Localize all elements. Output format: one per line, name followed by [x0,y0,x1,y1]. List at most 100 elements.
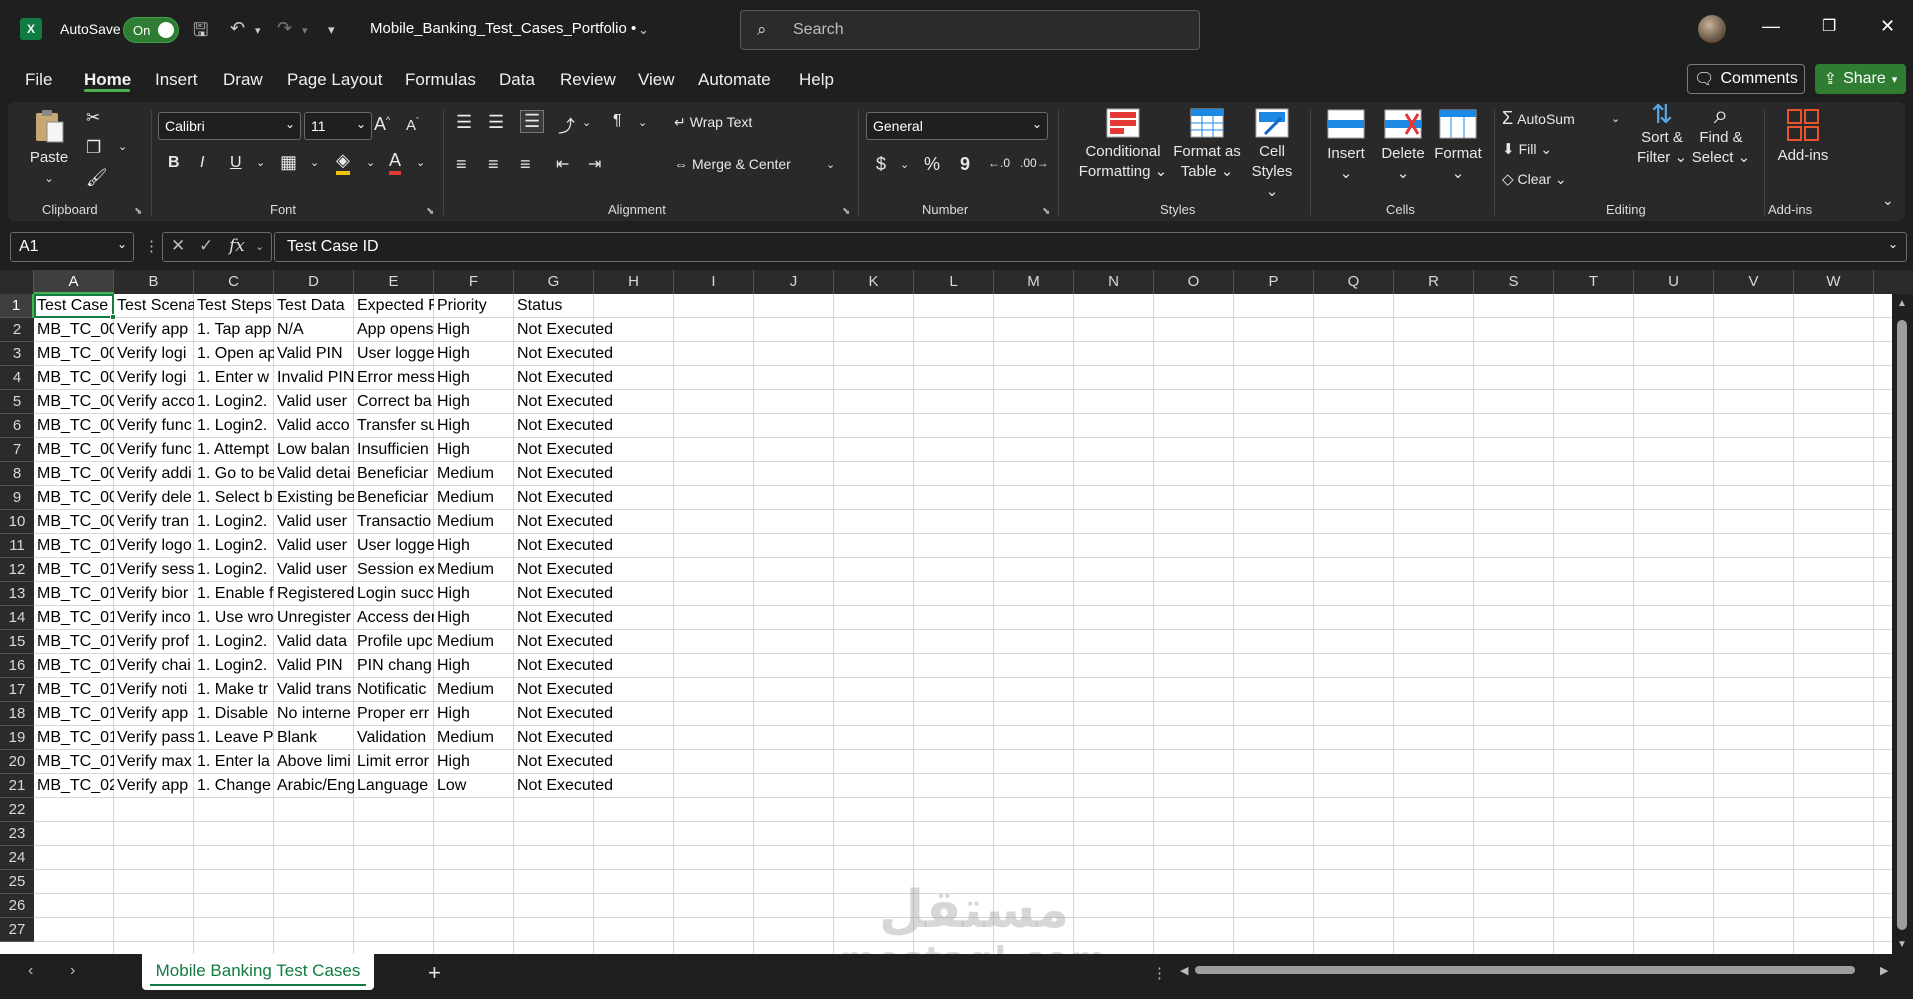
column-header-s[interactable]: S [1474,270,1554,294]
row-header-12[interactable]: 12 [0,558,34,582]
cell-a19[interactable]: MB_TC_01 [34,726,114,750]
row-header-19[interactable]: 19 [0,726,34,750]
tab-insert[interactable]: Insert [155,70,198,90]
cell-g19[interactable]: Not Executed [514,726,613,750]
font-size-select[interactable]: 11 ⌄ [304,112,372,140]
wrap-text-button[interactable]: ↵ Wrap Text [674,114,752,131]
scroll-up-icon[interactable]: ▲ [1897,298,1907,309]
increase-indent-icon[interactable]: ⇥ [588,154,601,174]
copy-dropdown-icon[interactable]: ⌄ [118,140,127,153]
cell-c20[interactable]: 1. Enter la [194,750,274,774]
cell-g10[interactable]: Not Executed [514,510,613,534]
row-header-17[interactable]: 17 [0,678,34,702]
cell-f6[interactable]: High [434,414,514,438]
cell-g21[interactable]: Not Executed [514,774,613,798]
row-header-7[interactable]: 7 [0,438,34,462]
cell-c13[interactable]: 1. Enable f [194,582,274,606]
row-header-22[interactable]: 22 [0,798,34,822]
tab-data[interactable]: Data [499,70,535,90]
column-header-e[interactable]: E [354,270,434,294]
row-header-21[interactable]: 21 [0,774,34,798]
column-header-l[interactable]: L [914,270,994,294]
cell-b4[interactable]: Verify logi [114,366,194,390]
row-header-18[interactable]: 18 [0,702,34,726]
cell-c7[interactable]: 1. Attempt [194,438,274,462]
autosum-button[interactable]: Σ AutoSum [1502,108,1575,129]
column-header-p[interactable]: P [1234,270,1314,294]
merge-dropdown-icon[interactable]: ⌄ [826,158,835,171]
cell-e13[interactable]: Login succ [354,582,434,606]
cell-f15[interactable]: Medium [434,630,514,654]
underline-button[interactable]: U [230,154,242,172]
cell-e8[interactable]: Beneficiar [354,462,434,486]
cell-b10[interactable]: Verify tran [114,510,194,534]
text-direction-dropdown-icon[interactable]: ⌄ [638,116,647,129]
cell-a5[interactable]: MB_TC_00 [34,390,114,414]
cell-f12[interactable]: Medium [434,558,514,582]
cell-b15[interactable]: Verify prof [114,630,194,654]
cell-b5[interactable]: Verify acco [114,390,194,414]
cell-f11[interactable]: High [434,534,514,558]
number-format-select[interactable]: General ⌄ [866,112,1048,140]
vertical-scroll-thumb[interactable] [1897,320,1907,930]
sheet-options-icon[interactable]: ⋮ [1152,964,1167,982]
percent-button[interactable]: % [924,154,940,175]
cell-g17[interactable]: Not Executed [514,678,613,702]
tab-automate[interactable]: Automate [698,70,771,90]
row-header-24[interactable]: 24 [0,846,34,870]
cell-a12[interactable]: MB_TC_01 [34,558,114,582]
cell-c5[interactable]: 1. Login2. [194,390,274,414]
align-bottom-icon[interactable]: ☰ [520,110,545,133]
column-header-j[interactable]: J [754,270,834,294]
borders-dropdown-icon[interactable]: ⌄ [310,156,319,169]
cell-g9[interactable]: Not Executed [514,486,613,510]
borders-icon[interactable]: ▦ [280,152,297,173]
cell-d20[interactable]: Above limi [274,750,354,774]
column-header-c[interactable]: C [194,270,274,294]
cell-b21[interactable]: Verify app [114,774,194,798]
cell-f3[interactable]: High [434,342,514,366]
currency-dropdown-icon[interactable]: ⌄ [900,158,909,171]
column-header-h[interactable]: H [594,270,674,294]
cell-e11[interactable]: User logge [354,534,434,558]
undo-icon[interactable]: ↶ [230,18,245,39]
column-header-g[interactable]: G [514,270,594,294]
align-right-icon[interactable]: ≡ [520,154,531,175]
cell-c8[interactable]: 1. Go to be [194,462,274,486]
cell-g20[interactable]: Not Executed [514,750,613,774]
column-header-m[interactable]: M [994,270,1074,294]
cell-f8[interactable]: Medium [434,462,514,486]
row-header-14[interactable]: 14 [0,606,34,630]
cell-e21[interactable]: Language [354,774,434,798]
cell-g11[interactable]: Not Executed [514,534,613,558]
scroll-down-icon[interactable]: ▼ [1897,939,1907,950]
scroll-right-icon[interactable]: ▶ [1880,964,1888,977]
cell-f16[interactable]: High [434,654,514,678]
spreadsheet-grid[interactable]: ABCDEFGHIJKLMNOPQRSTUVW 1 2 3 4 5 6 7 8 9 10 11 12 1… [0,270,1913,954]
cell-b12[interactable]: Verify sess [114,558,194,582]
column-header-q[interactable]: Q [1314,270,1394,294]
enter-icon[interactable]: ✓ [199,236,213,256]
redo-icon[interactable]: ↷ [277,18,292,39]
row-header-4[interactable]: 4 [0,366,34,390]
cell-f10[interactable]: Medium [434,510,514,534]
tab-help[interactable]: Help [799,70,834,90]
row-header-10[interactable]: 10 [0,510,34,534]
cell-styles-button[interactable]: Cell Styles ⌄ [1244,108,1300,202]
clear-button[interactable]: ◇ Clear ⌄ [1502,170,1567,188]
cell-f17[interactable]: Medium [434,678,514,702]
next-sheet-icon[interactable]: › [70,962,75,980]
column-header-o[interactable]: O [1154,270,1234,294]
cell-c1[interactable]: Test Steps [194,294,274,318]
cell-b16[interactable]: Verify chai [114,654,194,678]
cell-g12[interactable]: Not Executed [514,558,613,582]
column-header-i[interactable]: I [674,270,754,294]
cell-a7[interactable]: MB_TC_00 [34,438,114,462]
align-middle-icon[interactable]: ☰ [488,112,504,133]
cell-g5[interactable]: Not Executed [514,390,613,414]
fill-color-icon[interactable]: ◈ [336,150,350,175]
align-left-icon[interactable]: ≡ [456,154,467,175]
cell-b17[interactable]: Verify noti [114,678,194,702]
cell-b3[interactable]: Verify logi [114,342,194,366]
customize-toolbar-icon[interactable]: ▾ [328,22,335,38]
